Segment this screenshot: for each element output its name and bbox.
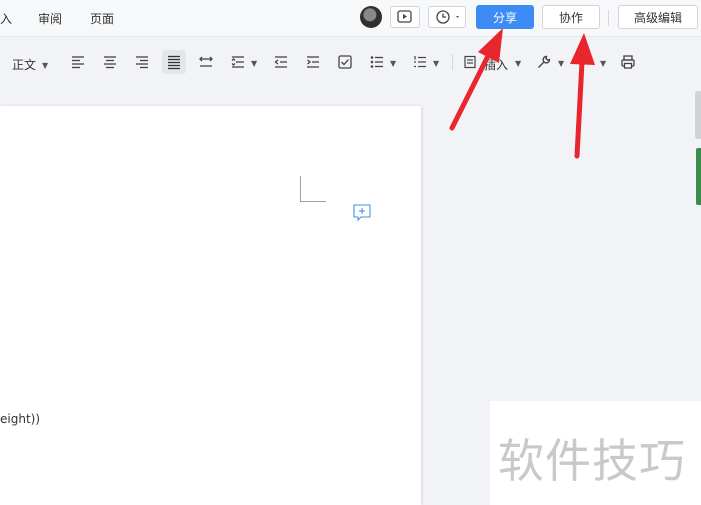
scrollbar-thumb[interactable] (695, 91, 701, 139)
side-panel-tab[interactable] (696, 148, 701, 205)
document-text-line: eight)) (0, 412, 41, 426)
paragraph-style-select[interactable]: 正文 ▼ (12, 56, 48, 73)
divider (608, 10, 609, 26)
page-margin-corner-mark (300, 176, 326, 202)
advanced-edit-button[interactable]: 高级编辑 (618, 5, 698, 29)
justify-icon[interactable] (166, 54, 182, 70)
align-center-icon[interactable] (102, 54, 118, 70)
tools-wrench-icon[interactable] (536, 54, 552, 70)
checkbox-icon[interactable] (337, 54, 353, 70)
line-spacing-icon[interactable] (230, 54, 246, 70)
chevron-down-icon[interactable]: ▼ (515, 59, 521, 68)
numbered-list-icon[interactable] (412, 54, 428, 70)
divider (452, 54, 453, 70)
history-button[interactable] (428, 6, 466, 28)
menu-review[interactable]: 审阅 (38, 10, 62, 27)
menu-insert[interactable]: 入 (0, 10, 12, 27)
share-button[interactable]: 分享 (476, 5, 534, 29)
chevron-down-icon[interactable]: ▼ (251, 59, 257, 68)
paragraph-style-label: 正文 (12, 58, 37, 72)
insert-menu-label[interactable]: 插入 (484, 56, 508, 73)
screen-record-button[interactable] (390, 6, 420, 28)
chevron-down-icon[interactable]: ▼ (558, 59, 564, 68)
formatting-toolbar: 正文 ▼ ▼ ▼ ▼ 插入 ▼ ▼ ▼ (0, 37, 701, 87)
document-page[interactable]: eight)) (0, 106, 421, 505)
indent-icon[interactable] (305, 54, 321, 70)
history-clock-icon (436, 10, 459, 24)
chevron-down-icon[interactable]: ▼ (433, 59, 439, 68)
menu-page[interactable]: 页面 (90, 10, 114, 27)
add-comment-icon (353, 204, 371, 222)
screen-record-icon (397, 10, 412, 23)
bullet-list-icon[interactable] (369, 54, 385, 70)
align-right-icon[interactable] (134, 54, 150, 70)
outdent-icon[interactable] (273, 54, 289, 70)
watermark-text: 软件技巧 (498, 434, 686, 488)
add-comment-button[interactable] (352, 203, 372, 223)
watermark: 软件技巧 (490, 401, 701, 505)
avatar[interactable] (360, 6, 382, 28)
align-left-icon[interactable] (70, 54, 86, 70)
insert-icon[interactable] (462, 54, 478, 70)
chevron-down-icon[interactable]: ▼ (600, 59, 606, 68)
print-icon[interactable] (620, 54, 636, 70)
top-menu-bar: 入 审阅 页面 分享 协作 高级编辑 (0, 0, 701, 37)
collaborate-button[interactable]: 协作 (542, 5, 600, 29)
character-spacing-icon[interactable] (198, 54, 214, 70)
chevron-down-icon: ▼ (42, 61, 49, 70)
chevron-down-icon[interactable]: ▼ (390, 59, 396, 68)
